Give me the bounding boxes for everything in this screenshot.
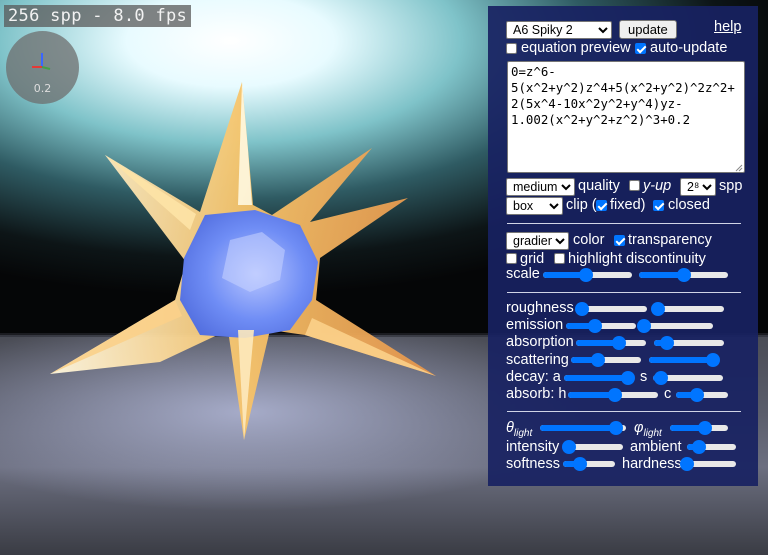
slider-thumb[interactable] [676, 268, 691, 282]
highlight-discontinuity-label: highlight discontinuity [568, 251, 706, 267]
render-status: 256 spp - 8.0 fps [4, 5, 192, 27]
hardness-label: hardness [622, 456, 682, 472]
intensity-slider[interactable] [562, 440, 623, 454]
auto-update-checkbox[interactable] [635, 43, 646, 54]
slider-fill [649, 357, 714, 363]
roughness-slider-2[interactable] [650, 302, 724, 316]
slider-fill [564, 375, 629, 381]
phi-light-slider[interactable] [670, 421, 728, 435]
ambient-label: ambient [630, 439, 682, 455]
emission-label: emission [506, 317, 564, 333]
slider-thumb[interactable] [621, 371, 636, 385]
slider-thumb[interactable] [637, 319, 652, 333]
softness-slider[interactable] [563, 457, 615, 471]
spp-select[interactable]: 2⁸ [680, 178, 716, 196]
absorption-slider-2[interactable] [654, 336, 724, 350]
fixed-checkbox[interactable] [596, 200, 607, 211]
clip-select[interactable]: box [506, 197, 563, 215]
slider-thumb[interactable] [590, 353, 605, 367]
equation-preview-checkbox[interactable] [506, 43, 517, 54]
highlight-discontinuity-checkbox[interactable] [554, 253, 565, 264]
slider-thumb[interactable] [654, 371, 669, 385]
scale-slider-1[interactable] [543, 268, 632, 282]
help-link[interactable]: help [714, 19, 741, 35]
absorption-label: absorption [506, 334, 574, 350]
slider-thumb[interactable] [608, 421, 623, 435]
absorb-c-slider[interactable] [676, 388, 728, 402]
absorb-h-slider[interactable] [568, 388, 658, 402]
grid-checkbox[interactable] [506, 253, 517, 264]
equation-preview-label: equation preview [521, 40, 631, 56]
quality-label: quality [578, 178, 620, 194]
absorb-h-label: absorb: h [506, 386, 567, 402]
grid-label: grid [520, 251, 545, 267]
quality-select[interactable]: medium [506, 178, 575, 196]
theta-symbol: θ [506, 420, 514, 436]
resize-handle-icon[interactable] [735, 164, 743, 172]
closed-checkbox[interactable] [653, 200, 664, 211]
slider-thumb[interactable] [679, 457, 694, 471]
update-button[interactable]: update [619, 20, 677, 39]
decay-a-label: decay: a [506, 369, 561, 385]
decay-s-slider[interactable] [653, 371, 723, 385]
transparency-checkbox[interactable] [614, 235, 625, 246]
slider-thumb[interactable] [612, 336, 627, 350]
roughness-slider-1[interactable] [575, 302, 647, 316]
slider-thumb[interactable] [697, 421, 712, 435]
spp-label: spp [719, 178, 743, 194]
slider-thumb[interactable] [689, 388, 704, 402]
divider [507, 223, 741, 224]
preset-select[interactable]: A6 Spiky 2 [506, 21, 612, 39]
y-up-checkbox[interactable] [629, 180, 640, 191]
scale-label: scale [506, 266, 540, 282]
scattering-slider-2[interactable] [649, 353, 721, 367]
decay-a-slider[interactable] [564, 371, 636, 385]
scattering-label: scattering [506, 352, 569, 368]
clip-label: clip ( [566, 197, 597, 213]
axes-gizmo[interactable]: 0.2 [6, 31, 79, 104]
intensity-label: intensity [506, 439, 560, 455]
absorb-c-label: c [664, 386, 672, 402]
closed-label: closed [668, 197, 710, 213]
roughness-label: roughness [506, 300, 574, 316]
hardness-slider[interactable] [679, 457, 736, 471]
slider-thumb[interactable] [562, 440, 576, 454]
color-select[interactable]: gradient [506, 232, 569, 250]
y-up-label: y-up [643, 178, 672, 194]
slider-fill [540, 425, 616, 431]
equation-input[interactable] [507, 61, 745, 173]
slider-thumb[interactable] [575, 302, 590, 316]
control-panel: A6 Spiky 2 update help equation preview … [488, 6, 758, 486]
slider-thumb[interactable] [588, 319, 603, 333]
axes-scale-value: 0.2 [33, 82, 52, 95]
transparency-label: transparency [628, 232, 712, 248]
slider-thumb[interactable] [659, 336, 674, 350]
theta-light-slider[interactable] [540, 421, 626, 435]
softness-label: softness [506, 456, 560, 472]
ambient-slider[interactable] [687, 440, 736, 454]
divider [507, 411, 741, 412]
slider-thumb[interactable] [572, 457, 587, 471]
phi-subscript: light [643, 427, 662, 439]
slider-thumb[interactable] [607, 388, 622, 402]
fixed-label: fixed) [610, 197, 646, 213]
slider-thumb[interactable] [692, 440, 707, 454]
color-label: color [573, 232, 605, 248]
auto-update-label: auto-update [650, 40, 728, 56]
theta-subscript: light [513, 427, 533, 439]
slider-thumb[interactable] [706, 353, 721, 367]
decay-s-label: s [640, 369, 648, 385]
divider [507, 292, 741, 293]
scale-slider-2[interactable] [639, 268, 728, 282]
emission-slider-1[interactable] [566, 319, 636, 333]
absorption-slider-1[interactable] [576, 336, 646, 350]
emission-slider-2[interactable] [637, 319, 713, 333]
slider-thumb[interactable] [650, 302, 665, 316]
scattering-slider-1[interactable] [571, 353, 641, 367]
slider-thumb[interactable] [578, 268, 593, 282]
